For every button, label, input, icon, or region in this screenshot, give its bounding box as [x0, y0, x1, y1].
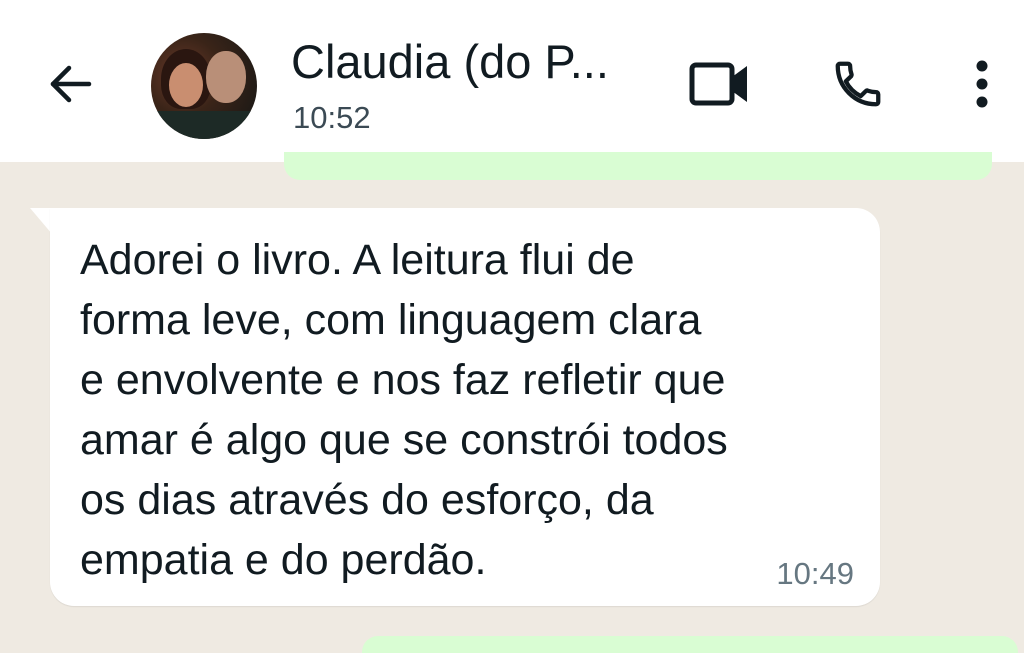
message-text: Adorei o livro. A leitura flui de forma …: [80, 230, 860, 590]
message-line: Adorei o livro. A leitura flui de: [80, 236, 635, 284]
arrow-left-icon: [50, 65, 92, 103]
contact-name[interactable]: Claudia (do P...: [291, 34, 609, 89]
chat-header: Claudia (do P... 10:52: [0, 0, 1024, 162]
outgoing-message-partial: [284, 152, 992, 180]
message-line: e envolvente e nos faz refletir que: [80, 356, 726, 404]
message-line: forma leve, com linguagem clara: [80, 296, 702, 344]
more-options-button[interactable]: [952, 52, 1012, 116]
incoming-message-bubble[interactable]: Adorei o livro. A leitura flui de forma …: [50, 208, 880, 606]
phone-icon: [835, 61, 881, 107]
message-timestamp: 10:49: [776, 556, 854, 591]
message-line: amar é algo que se constrói todos: [80, 416, 728, 464]
outgoing-message-partial: [362, 636, 1018, 653]
vertical-dots-icon: [976, 60, 988, 108]
voice-call-button[interactable]: [826, 52, 890, 116]
contact-status: 10:52: [293, 100, 371, 135]
message-line: empatia e do perdão.: [80, 536, 487, 584]
bubble-tail: [30, 208, 52, 234]
video-call-button[interactable]: [688, 52, 752, 116]
back-button[interactable]: [42, 56, 98, 112]
message-line: os dias através do esforço, da: [80, 476, 654, 524]
video-camera-icon: [689, 62, 747, 106]
avatar[interactable]: [151, 33, 257, 139]
